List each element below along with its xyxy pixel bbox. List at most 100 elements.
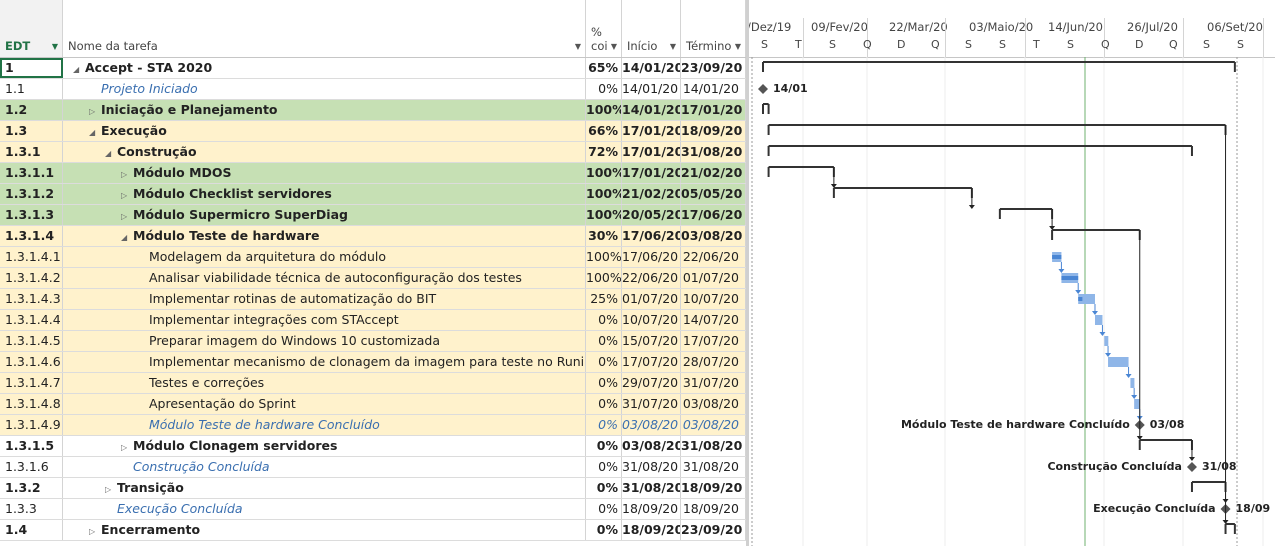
start-date-cell[interactable]: 29/07/20 [622,373,681,393]
end-date-cell[interactable]: 31/08/20 [681,142,746,162]
column-header-start[interactable]: Início ▼ [622,0,681,57]
table-row[interactable]: 1.3.1.5 ▷ Módulo Clonagem servidores 0% 03/0… [0,436,746,457]
progress-bar[interactable] [1078,297,1083,301]
edt-cell[interactable]: 1.1 [0,79,63,99]
task-name-cell[interactable]: Analisar viabilidade técnica de autoconf… [63,268,586,288]
task-name-cell[interactable]: ▷ Transição [63,478,586,498]
start-date-cell[interactable]: 20/05/20 [622,205,681,225]
collapse-icon[interactable]: ◢ [73,60,85,78]
start-date-cell[interactable]: 03/08/20 [622,436,681,456]
percent-complete-cell[interactable]: 30% [586,226,622,246]
task-name-cell[interactable]: ◢ Execução [63,121,586,141]
task-bar[interactable] [1108,357,1129,367]
table-row[interactable]: 1 ◢ Accept - STA 2020 65% 14/01/20 23/09/20 [0,58,746,79]
task-name-cell[interactable]: Implementar rotinas de automatização do … [63,289,586,309]
edt-cell[interactable]: 1.2 [0,100,63,120]
start-date-cell[interactable]: 31/07/20 [622,394,681,414]
edt-cell[interactable]: 1.3.1.4.1 [0,247,63,267]
percent-complete-cell[interactable]: 0% [586,436,622,456]
filter-arrow-icon[interactable]: ▼ [670,42,676,51]
edt-cell[interactable]: 1.3.1.1 [0,163,63,183]
collapse-icon[interactable]: ◢ [121,228,133,246]
task-name-cell[interactable]: Implementar mecanismo de clonagem da ima… [63,352,586,372]
edt-cell[interactable]: 1 [0,58,63,78]
percent-complete-cell[interactable]: 0% [586,415,622,435]
end-date-cell[interactable]: 14/07/20 [681,310,746,330]
table-row[interactable]: 1.1 Projeto Iniciado 0% 14/01/20 14/01/20 [0,79,746,100]
expand-icon[interactable]: ▷ [89,522,101,540]
edt-cell[interactable]: 1.3.1.4.4 [0,310,63,330]
end-date-cell[interactable]: 18/09/20 [681,499,746,519]
expand-icon[interactable]: ▷ [121,186,133,204]
milestone-bar[interactable] [758,84,768,94]
table-row[interactable]: 1.3.1.4.6 Implementar mecanismo de clonag… [0,352,746,373]
end-date-cell[interactable]: 23/09/20 [681,520,746,540]
start-date-cell[interactable]: 01/07/20 [622,289,681,309]
start-date-cell[interactable]: 21/02/20 [622,184,681,204]
end-date-cell[interactable]: 22/06/20 [681,247,746,267]
percent-complete-cell[interactable]: 25% [586,289,622,309]
table-row[interactable]: 1.3.1.4.3 Implementar rotinas de automati… [0,289,746,310]
percent-complete-cell[interactable]: 65% [586,58,622,78]
column-header-name[interactable]: Nome da tarefa ▼ [63,0,586,57]
start-date-cell[interactable]: 17/01/20 [622,142,681,162]
task-name-cell[interactable]: ▷ Encerramento [63,520,586,540]
task-name-cell[interactable]: ◢ Construção [63,142,586,162]
expand-icon[interactable]: ▷ [121,207,133,225]
percent-complete-cell[interactable]: 0% [586,457,622,477]
end-date-cell[interactable]: 17/06/20 [681,205,746,225]
end-date-cell[interactable]: 18/09/20 [681,478,746,498]
task-name-cell[interactable]: ◢ Módulo Teste de hardware [63,226,586,246]
edt-cell[interactable]: 1.3.2 [0,478,63,498]
end-date-cell[interactable]: 03/08/20 [681,394,746,414]
milestone-bar[interactable] [1186,462,1197,472]
task-name-cell[interactable]: Apresentação do Sprint [63,394,586,414]
table-row[interactable]: 1.3.1.2 ▷ Módulo Checklist servidores 100% 2… [0,184,746,205]
start-date-cell[interactable]: 17/01/20 [622,121,681,141]
end-date-cell[interactable]: 31/08/20 [681,436,746,456]
table-row[interactable]: 1.3 ◢ Execução 66% 17/01/20 18/09/20 [0,121,746,142]
end-date-cell[interactable]: 31/07/20 [681,373,746,393]
task-name-cell[interactable]: ◢ Accept - STA 2020 [63,58,586,78]
edt-cell[interactable]: 1.3.3 [0,499,63,519]
start-date-cell[interactable]: 31/08/20 [622,478,681,498]
task-bar[interactable] [1094,315,1103,325]
start-date-cell[interactable]: 14/01/20 [622,79,681,99]
percent-complete-cell[interactable]: 0% [586,373,622,393]
end-date-cell[interactable]: 14/01/20 [681,79,746,99]
task-name-cell[interactable]: ▷ Módulo MDOS [63,163,586,183]
percent-complete-cell[interactable]: 100% [586,100,622,120]
task-name-cell[interactable]: Testes e correções [63,373,586,393]
column-header-end[interactable]: Término ▼ [681,0,746,57]
start-date-cell[interactable]: 17/06/20 [622,247,681,267]
start-date-cell[interactable]: 14/01/20 [622,100,681,120]
edt-cell[interactable]: 1.3.1.6 [0,457,63,477]
table-row[interactable]: 1.3.1.1 ▷ Módulo MDOS 100% 17/01/20 21/02/20 [0,163,746,184]
table-row[interactable]: 1.3.1.4.7 Testes e correções 0% 29/07/20 31/… [0,373,746,394]
task-name-cell[interactable]: ▷ Módulo Clonagem servidores [63,436,586,456]
start-date-cell[interactable]: 03/08/20 [622,415,681,435]
expand-icon[interactable]: ▷ [105,480,117,498]
task-name-cell[interactable]: ▷ Módulo Supermicro SuperDiag [63,205,586,225]
filter-arrow-icon[interactable]: ▼ [611,42,617,51]
percent-complete-cell[interactable]: 0% [586,352,622,372]
start-date-cell[interactable]: 31/08/20 [622,457,681,477]
table-row[interactable]: 1.3.1.4.8 Apresentação do Sprint 0% 31/07/2… [0,394,746,415]
table-row[interactable]: 1.3.1.4 ◢ Módulo Teste de hardware 30% 17/06… [0,226,746,247]
table-row[interactable]: 1.3.1.4.4 Implementar integrações com STA… [0,310,746,331]
column-header-pct[interactable]: % coi ▼ [586,0,622,57]
end-date-cell[interactable]: 23/09/20 [681,58,746,78]
end-date-cell[interactable]: 05/05/20 [681,184,746,204]
edt-cell[interactable]: 1.3.1.2 [0,184,63,204]
filter-arrow-icon[interactable]: ▼ [575,42,581,51]
end-date-cell[interactable]: 10/07/20 [681,289,746,309]
percent-complete-cell[interactable]: 72% [586,142,622,162]
table-row[interactable]: 1.3.1.3 ▷ Módulo Supermicro SuperDiag 100% 2… [0,205,746,226]
task-name-cell[interactable]: ▷ Iniciação e Planejamento [63,100,586,120]
start-date-cell[interactable]: 15/07/20 [622,331,681,351]
edt-cell[interactable]: 1.3.1.4.7 [0,373,63,393]
task-name-cell[interactable]: Execução Concluída [63,499,586,519]
column-header-edt[interactable]: EDT ▼ [0,0,63,57]
percent-complete-cell[interactable]: 0% [586,520,622,540]
task-name-cell[interactable]: Implementar integrações com STAccept [63,310,586,330]
